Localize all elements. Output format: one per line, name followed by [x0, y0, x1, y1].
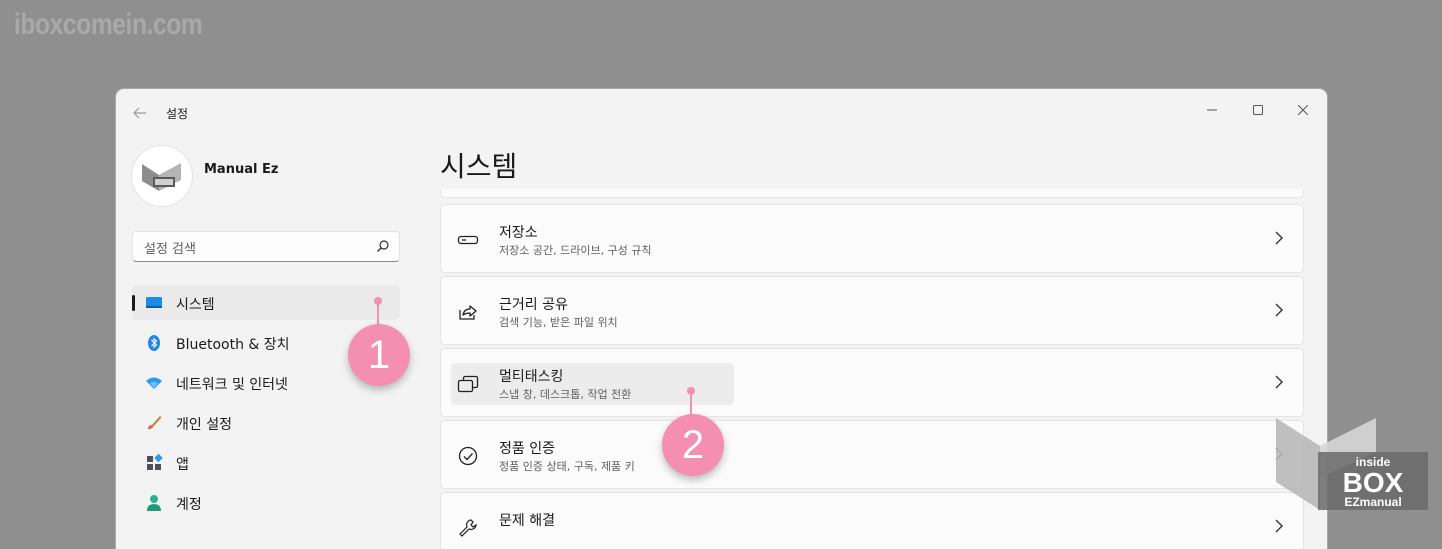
sidebar-item-label: 개인 설정 [176, 417, 232, 433]
sidebar-item-label: 앱 [176, 457, 189, 473]
user-name: Manual Ez [204, 162, 279, 177]
card-subtitle: 검색 기능, 받은 파일 위치 [499, 316, 618, 329]
card-nearby-sharing[interactable]: 근거리 공유 검색 기능, 받은 파일 위치 [440, 276, 1304, 345]
partial-card [440, 189, 1304, 198]
bluetooth-icon [148, 335, 160, 351]
card-multitasking[interactable]: 멀티태스킹 스냅 창, 데스크톱, 작업 전환 [440, 348, 1304, 417]
card-subtitle: 저장소 공간, 드라이브, 구성 규칙 [499, 244, 652, 257]
card-title: 저장소 [499, 225, 538, 241]
card-title: 정품 인증 [499, 441, 555, 457]
sidebar-item-system[interactable]: 시스템 [132, 285, 400, 320]
apps-icon [147, 454, 163, 470]
share-icon [459, 305, 477, 320]
chevron-right-icon [1275, 303, 1283, 317]
annotation-dot-1 [374, 297, 382, 305]
settings-window: 설정 Manual Ez 설정 검색 시스템 Bluetooth & 장치 네트… [116, 89, 1327, 549]
brush-icon [148, 416, 162, 430]
card-subtitle: 스냅 창, 데스크톱, 작업 전환 [499, 388, 632, 401]
annotation-line-1 [377, 303, 379, 326]
page-title: 시스템 [440, 150, 518, 183]
chevron-right-icon [1275, 231, 1283, 245]
minimize-button[interactable] [1194, 95, 1230, 125]
maximize-icon [1253, 105, 1263, 115]
card-subtitle: 정품 인증 상태, 구독, 제품 키 [499, 460, 635, 473]
close-icon [1298, 105, 1308, 115]
person-icon [147, 495, 161, 511]
card-title: 문제 해결 [499, 513, 555, 529]
chevron-right-icon [1275, 375, 1283, 389]
sidebar-item-accounts[interactable]: 계정 [132, 485, 400, 520]
card-activation[interactable]: 정품 인증 정품 인증 상태, 구독, 제품 키 [440, 420, 1304, 489]
site-watermark: iboxcomein.com [14, 8, 203, 41]
svg-text:EZmanual: EZmanual [1344, 495, 1401, 509]
card-troubleshoot[interactable]: 문제 해결 [440, 492, 1304, 549]
sidebar-item-apps[interactable]: 앱 [132, 445, 400, 480]
activation-check-icon [458, 446, 478, 466]
sidebar-item-label: 계정 [176, 497, 202, 513]
sidebar-item-label: Bluetooth & 장치 [176, 337, 290, 353]
troubleshoot-icon [459, 519, 477, 537]
step-marker-2: 2 [662, 414, 724, 476]
multitasking-icon [457, 375, 479, 393]
back-arrow-icon [133, 107, 146, 119]
wifi-icon [146, 377, 162, 389]
annotation-line-2 [690, 394, 692, 416]
box-logo-icon [142, 163, 181, 191]
sidebar-item-label: 네트워크 및 인터넷 [176, 377, 288, 393]
monitor-icon [146, 297, 162, 308]
close-button[interactable] [1285, 95, 1321, 125]
window-title: 설정 [166, 107, 189, 121]
sidebar-item-label: 시스템 [176, 297, 215, 313]
avatar[interactable] [132, 146, 192, 206]
card-title: 멀티태스킹 [499, 369, 564, 385]
card-storage[interactable]: 저장소 저장소 공간, 드라이브, 구성 규칙 [440, 204, 1304, 273]
maximize-button[interactable] [1240, 95, 1276, 125]
search-placeholder: 설정 검색 [144, 242, 196, 257]
minimize-icon [1207, 109, 1217, 111]
active-indicator [132, 295, 135, 311]
search-icon[interactable] [376, 239, 390, 253]
back-button[interactable] [130, 103, 150, 123]
title-bar: 설정 [116, 89, 1327, 135]
storage-icon [457, 235, 479, 245]
insidebox-logo: inside BOX EZmanual [1276, 418, 1428, 510]
sidebar-item-personalization[interactable]: 개인 설정 [132, 405, 400, 440]
step-marker-1: 1 [348, 324, 410, 386]
svg-text:BOX: BOX [1343, 467, 1404, 498]
card-title: 근거리 공유 [499, 297, 568, 313]
annotation-dot-2 [687, 387, 695, 395]
search-input[interactable]: 설정 검색 [132, 231, 400, 262]
